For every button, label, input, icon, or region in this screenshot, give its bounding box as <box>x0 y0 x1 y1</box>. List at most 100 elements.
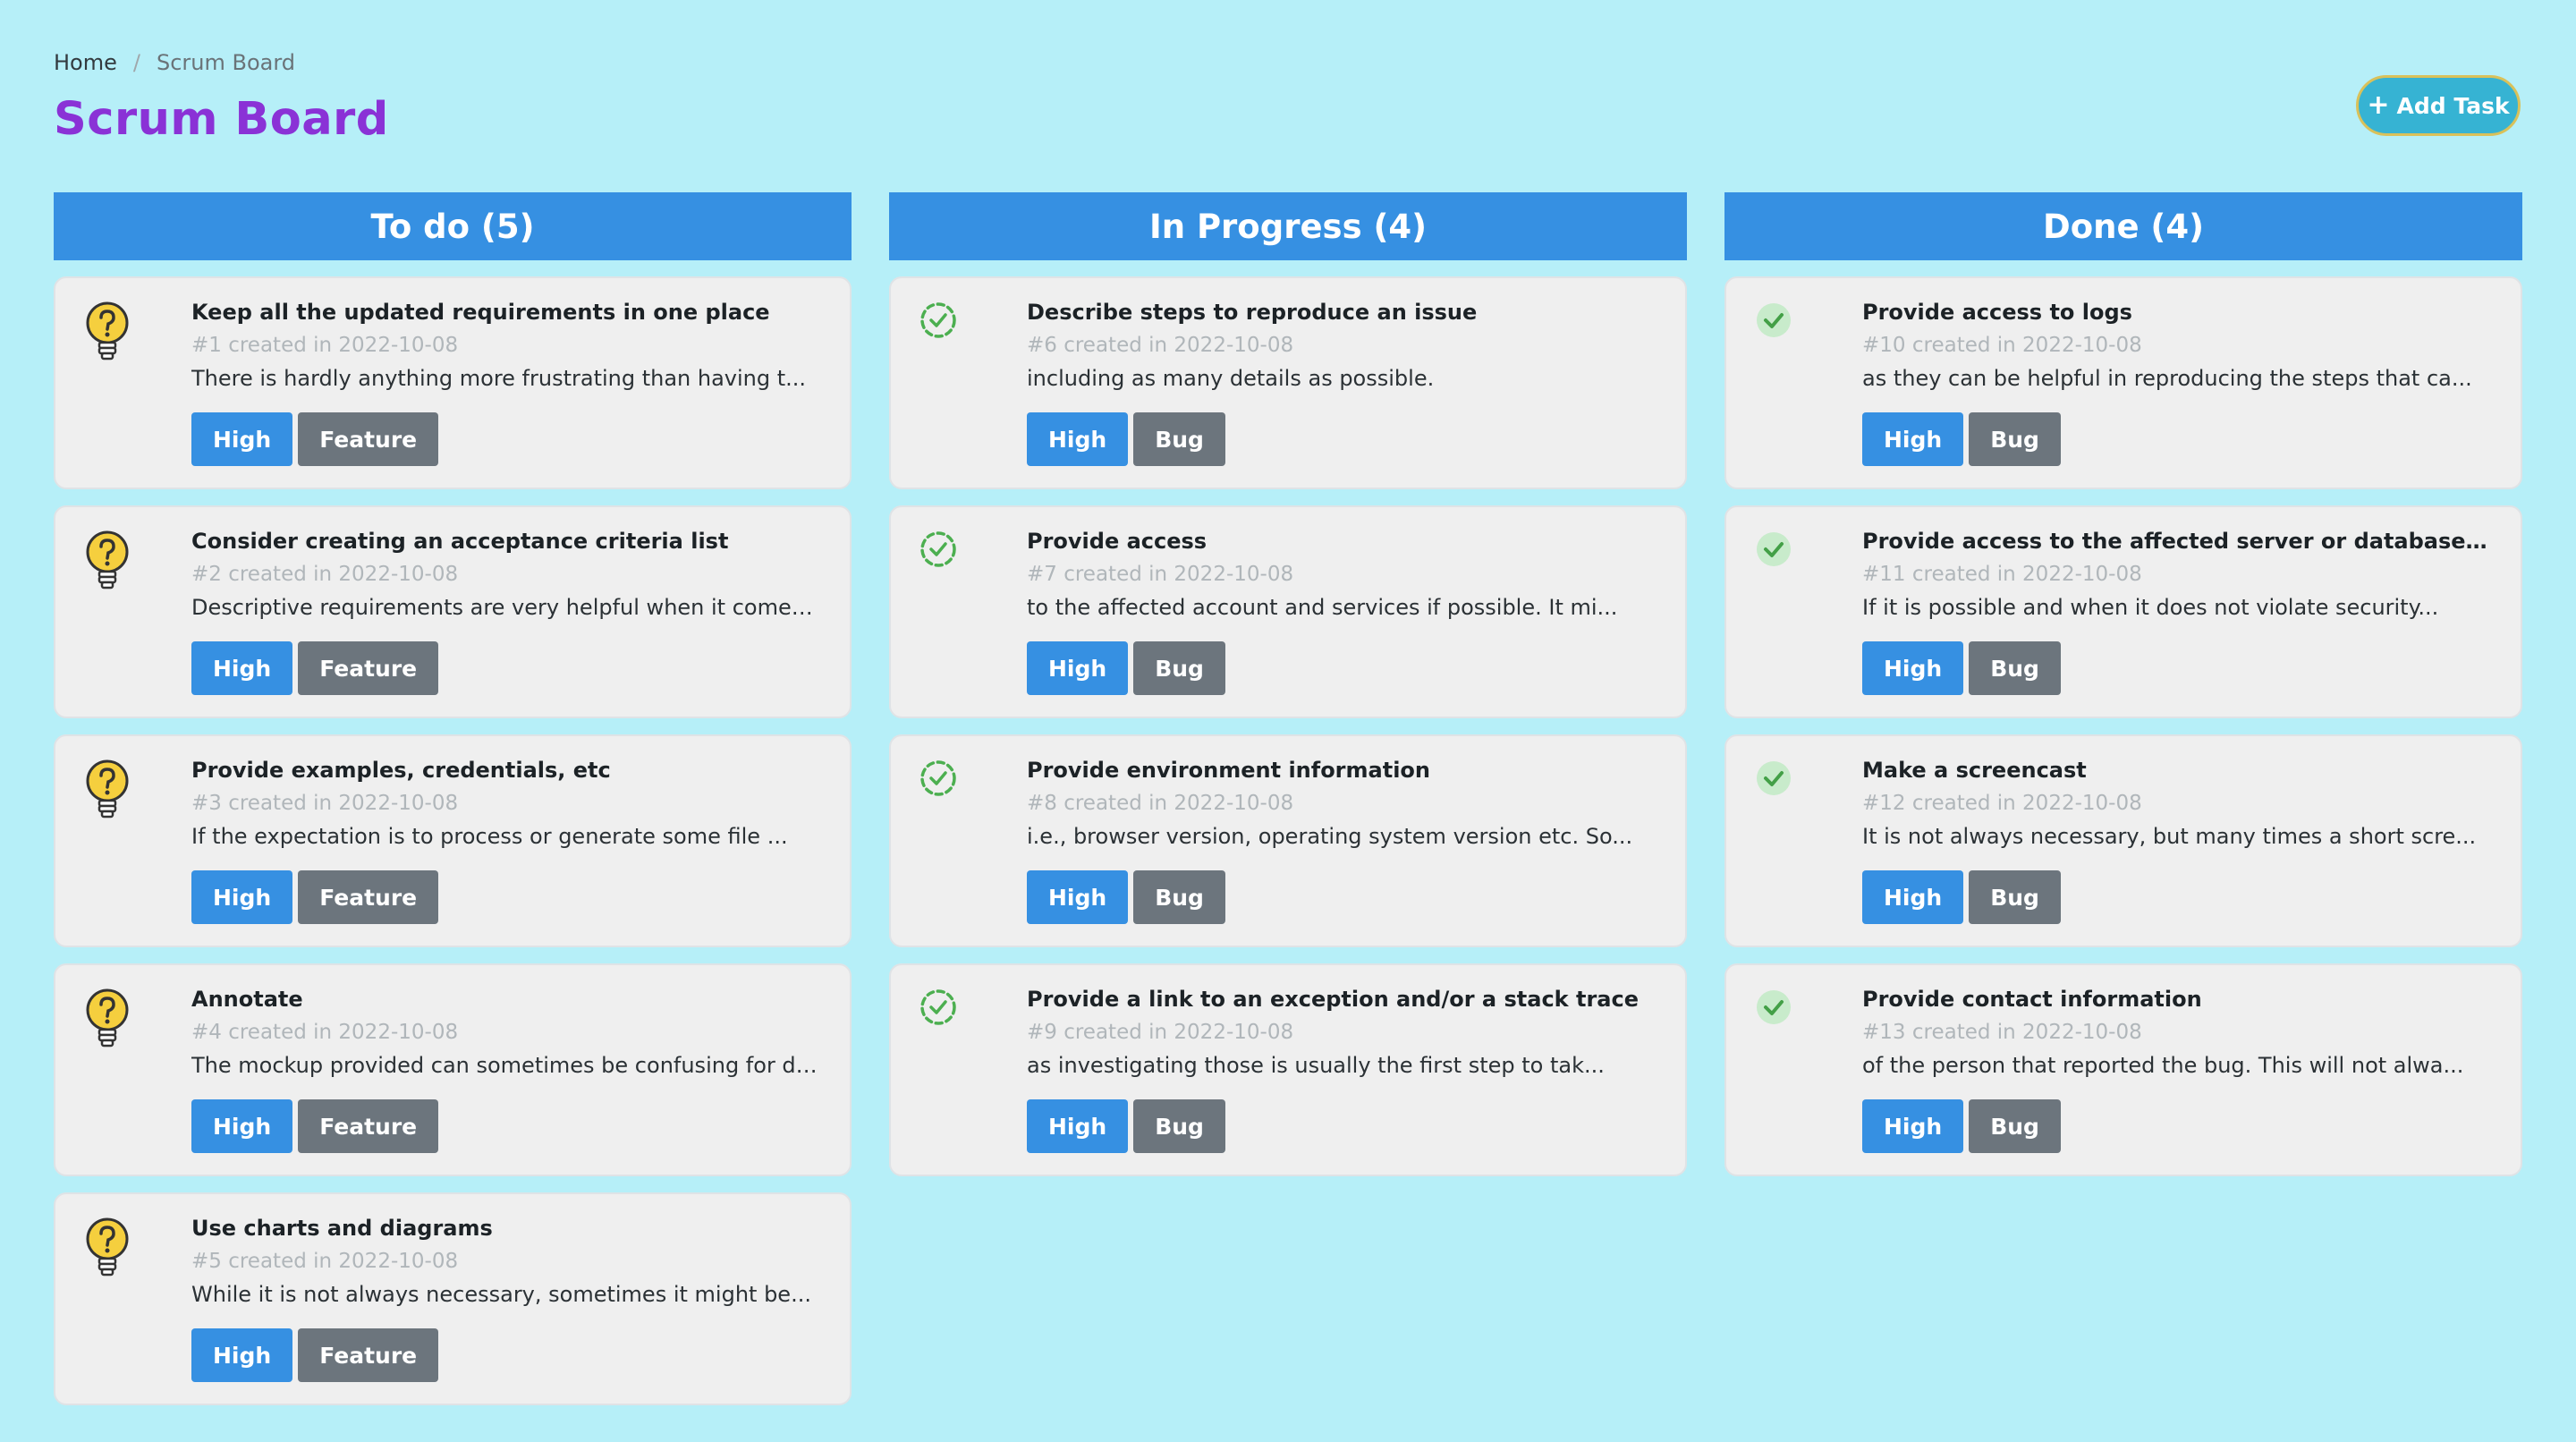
card-list: Describe steps to reproduce an issue #6 c… <box>889 276 1687 1176</box>
type-tag[interactable]: Feature <box>298 1099 439 1153</box>
in-progress-check-icon <box>918 300 959 344</box>
lightbulb-question-icon <box>82 758 132 824</box>
in-progress-check-icon <box>918 987 959 1031</box>
in-progress-check-icon <box>918 758 959 802</box>
priority-tag[interactable]: High <box>191 641 293 695</box>
breadcrumb-separator: / <box>132 50 140 75</box>
task-card[interactable]: Keep all the updated requirements in one… <box>54 276 852 489</box>
task-meta: #2 created in 2022-10-08 <box>191 563 459 586</box>
task-title: Provide a link to an exception and/or a … <box>1027 987 1639 1012</box>
task-card-body: Provide access to logs #10 created in 202… <box>1862 300 2494 466</box>
task-tags: High Feature <box>191 1328 823 1382</box>
task-title: Make a screencast <box>1862 758 2087 783</box>
column-done: Done (4) Provide access to logs #10 create… <box>1724 192 2522 1405</box>
priority-tag[interactable]: High <box>191 870 293 924</box>
task-meta: #9 created in 2022-10-08 <box>1027 1021 1294 1044</box>
task-title: Provide contact information <box>1862 987 2202 1012</box>
task-card-body: Annotate #4 created in 2022-10-08 The mock… <box>191 987 823 1153</box>
task-card[interactable]: Consider creating an acceptance criteria… <box>54 505 852 718</box>
task-title: Provide access to logs <box>1862 300 2132 325</box>
task-card[interactable]: Provide examples, credentials, etc #3 cre… <box>54 734 852 947</box>
priority-tag[interactable]: High <box>191 1099 293 1153</box>
priority-tag[interactable]: High <box>1862 641 1964 695</box>
task-description: including as many details as possible. <box>1027 366 1435 391</box>
task-meta: #1 created in 2022-10-08 <box>191 334 459 357</box>
priority-tag[interactable]: High <box>1027 870 1129 924</box>
task-card-body: Provide access #7 created in 2022-10-08 to… <box>1027 529 1658 695</box>
task-tags: High Bug <box>1027 412 1658 466</box>
task-tags: High Bug <box>1027 641 1658 695</box>
task-description: as investigating those is usually the fi… <box>1027 1053 1605 1078</box>
task-description: While it is not always necessary, someti… <box>191 1282 811 1307</box>
type-tag[interactable]: Bug <box>1133 641 1225 695</box>
check-circle-icon <box>1753 529 1794 573</box>
task-title: Provide access <box>1027 529 1208 554</box>
task-tags: High Feature <box>191 1099 823 1153</box>
task-meta: #7 created in 2022-10-08 <box>1027 563 1294 586</box>
task-description: to the affected account and services if … <box>1027 595 1618 620</box>
type-tag[interactable]: Bug <box>1133 412 1225 466</box>
task-meta: #11 created in 2022-10-08 <box>1862 563 2142 586</box>
column-header: Done (4) <box>1724 192 2522 260</box>
task-description: The mockup provided can sometimes be con… <box>191 1053 823 1078</box>
task-card[interactable]: Provide a link to an exception and/or a … <box>889 963 1687 1176</box>
priority-tag[interactable]: High <box>1862 412 1964 466</box>
type-tag[interactable]: Feature <box>298 870 439 924</box>
priority-tag[interactable]: High <box>1027 641 1129 695</box>
task-tags: High Bug <box>1862 412 2494 466</box>
task-card-body: Consider creating an acceptance criteria… <box>191 529 823 695</box>
breadcrumb-home-link[interactable]: Home <box>54 50 117 75</box>
task-card[interactable]: Annotate #4 created in 2022-10-08 The mock… <box>54 963 852 1176</box>
plus-icon: + <box>2367 89 2390 121</box>
type-tag[interactable]: Bug <box>1969 1099 2061 1153</box>
priority-tag[interactable]: High <box>191 1328 293 1382</box>
task-title: Use charts and diagrams <box>191 1216 493 1241</box>
task-card-body: Make a screencast #12 created in 2022-10-… <box>1862 758 2494 924</box>
task-meta: #3 created in 2022-10-08 <box>191 792 459 815</box>
task-title: Provide environment information <box>1027 758 1430 783</box>
task-title: Provide access to the affected server or… <box>1862 529 2494 554</box>
type-tag[interactable]: Feature <box>298 412 439 466</box>
priority-tag[interactable]: High <box>1027 1099 1129 1153</box>
type-tag[interactable]: Feature <box>298 1328 439 1382</box>
type-tag[interactable]: Feature <box>298 641 439 695</box>
task-description: If the expectation is to process or gene… <box>191 824 788 849</box>
task-description: as they can be helpful in reproducing th… <box>1862 366 2472 391</box>
task-card[interactable]: Provide access #7 created in 2022-10-08 to… <box>889 505 1687 718</box>
priority-tag[interactable]: High <box>191 412 293 466</box>
task-title: Keep all the updated requirements in one… <box>191 300 770 325</box>
task-meta: #10 created in 2022-10-08 <box>1862 334 2142 357</box>
task-card[interactable]: Provide access to the affected server or… <box>1724 505 2522 718</box>
task-description: i.e., browser version, operating system … <box>1027 824 1633 849</box>
priority-tag[interactable]: High <box>1027 412 1129 466</box>
task-card[interactable]: Provide contact information #13 created i… <box>1724 963 2522 1176</box>
column-todo: To do (5) Keep all the updated requiremen… <box>54 192 852 1405</box>
task-card[interactable]: Describe steps to reproduce an issue #6 c… <box>889 276 1687 489</box>
task-description: of the person that reported the bug. Thi… <box>1862 1053 2464 1078</box>
in-progress-check-icon <box>918 529 959 573</box>
lightbulb-question-icon <box>82 987 132 1053</box>
task-card[interactable]: Provide access to logs #10 created in 202… <box>1724 276 2522 489</box>
task-tags: High Bug <box>1027 1099 1658 1153</box>
check-circle-icon <box>1753 758 1794 802</box>
task-tags: High Bug <box>1862 641 2494 695</box>
priority-tag[interactable]: High <box>1862 870 1964 924</box>
type-tag[interactable]: Bug <box>1133 1099 1225 1153</box>
type-tag[interactable]: Bug <box>1133 870 1225 924</box>
task-tags: High Bug <box>1862 870 2494 924</box>
priority-tag[interactable]: High <box>1862 1099 1964 1153</box>
page-title: Scrum Board <box>54 93 389 146</box>
task-title: Annotate <box>191 987 303 1012</box>
type-tag[interactable]: Bug <box>1969 412 2061 466</box>
type-tag[interactable]: Bug <box>1969 641 2061 695</box>
task-card[interactable]: Make a screencast #12 created in 2022-10-… <box>1724 734 2522 947</box>
add-task-button[interactable]: + Add Task <box>2356 75 2521 136</box>
task-tags: High Feature <box>191 412 823 466</box>
task-meta: #8 created in 2022-10-08 <box>1027 792 1294 815</box>
task-card[interactable]: Use charts and diagrams #5 created in 202… <box>54 1192 852 1405</box>
column-header: In Progress (4) <box>889 192 1687 260</box>
task-card[interactable]: Provide environment information #8 create… <box>889 734 1687 947</box>
type-tag[interactable]: Bug <box>1969 870 2061 924</box>
task-tags: High Bug <box>1862 1099 2494 1153</box>
task-card-body: Describe steps to reproduce an issue #6 c… <box>1027 300 1658 466</box>
